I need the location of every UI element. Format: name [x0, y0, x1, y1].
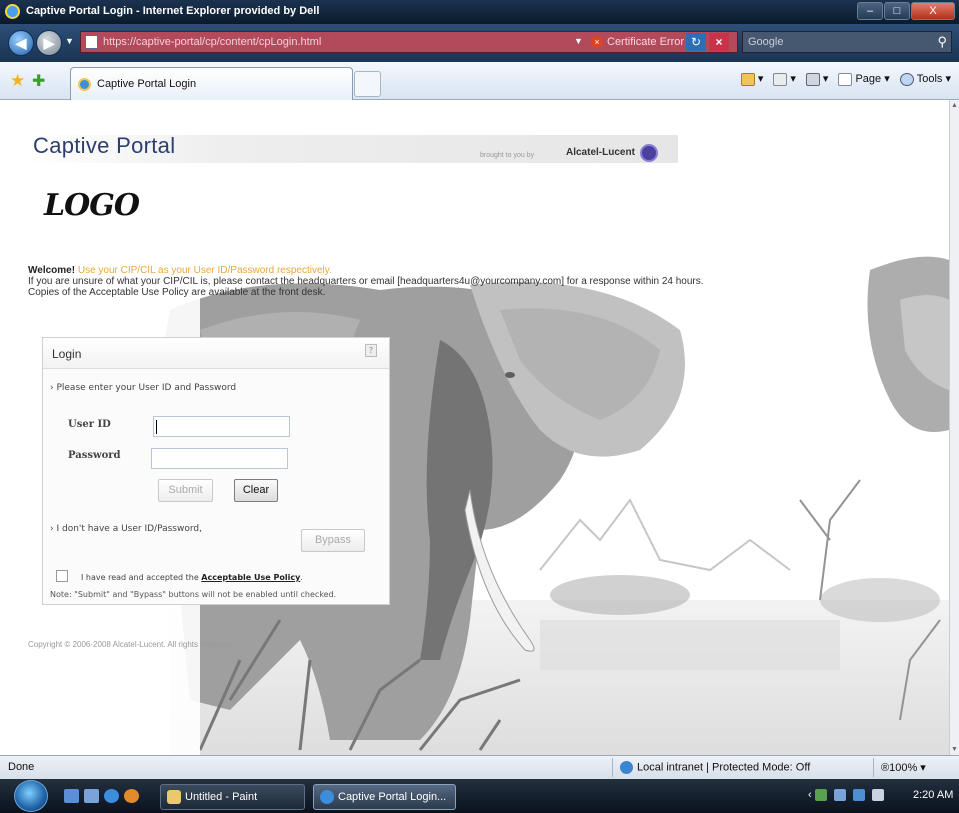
- command-tools: ▾ ▾ ▾ Page ▾ Tools ▾: [740, 72, 951, 86]
- firefox-quicklaunch-icon[interactable]: [124, 789, 139, 803]
- stop-icon[interactable]: ×: [709, 33, 729, 51]
- user-id-input[interactable]: [153, 416, 290, 437]
- paint-icon: [167, 790, 181, 804]
- security-zone[interactable]: Local intranet | Protected Mode: Off: [620, 761, 810, 774]
- tab-ie-icon: [78, 78, 91, 91]
- feeds-icon[interactable]: ▾: [773, 72, 796, 86]
- window-title: Captive Portal Login - Internet Explorer…: [26, 5, 320, 17]
- forward-button[interactable]: ▶: [36, 30, 62, 56]
- tray-expand-icon[interactable]: ‹: [808, 789, 812, 801]
- security-zone-label: Local intranet | Protected Mode: Off: [637, 761, 811, 774]
- ie-icon: [320, 790, 334, 804]
- no-user-id-text: › I don't have a User ID/Password,: [50, 524, 202, 534]
- bypass-button[interactable]: Bypass: [301, 529, 365, 552]
- home-icon[interactable]: ▾: [740, 72, 763, 86]
- vertical-scrollbar[interactable]: ▲ ▼: [949, 100, 959, 755]
- status-separator: [873, 758, 874, 777]
- page-content: Captive Portal brought to you by Alcatel…: [0, 100, 949, 755]
- taskbar-item-ie[interactable]: Captive Portal Login...: [313, 784, 456, 810]
- accept-policy-prefix: I have read and accepted the: [81, 573, 202, 582]
- password-label: Password: [68, 450, 121, 461]
- alcatel-lucent-logo-icon: [640, 144, 658, 162]
- page-menu-label: Page ▾: [855, 73, 890, 85]
- command-bar: ★ ✚ Captive Portal Login ▾ ▾ ▾ Page ▾ To…: [0, 62, 959, 100]
- taskbar-item-paint[interactable]: Untitled - Paint: [160, 784, 305, 810]
- login-prompt: › Please enter your User ID and Password: [50, 383, 237, 393]
- status-separator: [612, 758, 613, 777]
- search-box[interactable]: Google ⚲: [742, 31, 952, 53]
- page-menu[interactable]: Page ▾: [838, 72, 890, 86]
- refresh-icon[interactable]: ↻: [686, 33, 706, 51]
- clear-button[interactable]: Clear: [234, 479, 278, 502]
- scroll-up-icon[interactable]: ▲: [951, 102, 958, 109]
- close-button[interactable]: X: [911, 2, 955, 20]
- login-panel-header: Login ?: [43, 338, 389, 369]
- tab-label: Captive Portal Login: [97, 78, 197, 90]
- clock[interactable]: 2:20 AM: [913, 789, 953, 801]
- login-panel: Login ? › Please enter your User ID and …: [42, 337, 390, 605]
- add-favorites-icon[interactable]: ✚: [32, 71, 45, 91]
- submit-button[interactable]: Submit: [158, 479, 213, 502]
- url-text[interactable]: https://captive-portal/cp/content/cpLogi…: [103, 36, 321, 48]
- address-dropdown-icon[interactable]: ▼: [574, 36, 583, 46]
- search-input[interactable]: Google: [748, 36, 783, 48]
- address-toolbar: ◀ ▶ ▼ https://captive-portal/cp/content/…: [0, 24, 959, 62]
- system-tray: ‹: [808, 789, 888, 802]
- logo: LOGO: [44, 188, 140, 223]
- search-icon[interactable]: ⚲: [937, 34, 947, 50]
- tools-menu-label: Tools ▾: [916, 73, 951, 85]
- show-desktop-icon[interactable]: [64, 789, 79, 803]
- start-button[interactable]: [14, 780, 48, 812]
- switch-windows-icon[interactable]: [84, 789, 99, 803]
- brand-name: Alcatel-Lucent: [566, 147, 635, 158]
- login-heading: Login: [52, 347, 82, 361]
- tab-captive-portal[interactable]: Captive Portal Login: [70, 67, 353, 100]
- intranet-globe-icon: [620, 761, 633, 774]
- welcome-message: Welcome! Use your CIP/CIL as your User I…: [28, 265, 928, 298]
- zoom-level[interactable]: ®100% ▾: [881, 761, 926, 774]
- monitor-icon[interactable]: [833, 789, 846, 802]
- status-text: Done: [8, 761, 35, 773]
- brought-by-text: brought to you by: [480, 152, 535, 159]
- status-bar: Done Local intranet | Protected Mode: Of…: [0, 755, 959, 779]
- network-icon[interactable]: [814, 789, 827, 802]
- tools-menu[interactable]: Tools ▾: [899, 72, 951, 86]
- text-cursor: [156, 420, 157, 434]
- page-icon: [85, 35, 98, 49]
- maximize-button[interactable]: □: [884, 2, 910, 20]
- taskbar-item-paint-label: Untitled - Paint: [185, 791, 258, 803]
- window-titlebar: Captive Portal Login - Internet Explorer…: [0, 0, 959, 24]
- favorites-star-icon[interactable]: ★: [10, 71, 25, 91]
- password-input[interactable]: [151, 448, 288, 469]
- certificate-error-icon[interactable]: ×: [591, 36, 603, 48]
- address-bar[interactable]: https://captive-portal/cp/content/cpLogi…: [80, 31, 738, 53]
- page-title: Captive Portal: [33, 133, 176, 158]
- back-button[interactable]: ◀: [8, 30, 34, 56]
- ie-quicklaunch-icon[interactable]: [104, 789, 119, 803]
- user-id-label: User ID: [68, 419, 111, 430]
- scroll-down-icon[interactable]: ▼: [951, 746, 958, 753]
- ie-icon: [5, 4, 20, 19]
- accept-policy-checkbox[interactable]: [56, 570, 68, 582]
- accept-policy-text: I have read and accepted the Acceptable …: [81, 573, 303, 582]
- certificate-error-button[interactable]: Certificate Error: [607, 36, 684, 48]
- help-icon[interactable]: ?: [365, 344, 377, 357]
- history-dropdown-icon[interactable]: ▼: [65, 36, 74, 46]
- welcome-policy: Copies of the Acceptable Use Policy are …: [28, 287, 326, 298]
- print-icon[interactable]: ▾: [805, 72, 828, 86]
- new-tab-button[interactable]: [354, 71, 381, 97]
- welcome-contact: If you are unsure of what your CIP/CIL i…: [28, 276, 704, 287]
- window-controls: – □ X: [857, 2, 955, 20]
- acceptable-use-policy-link[interactable]: Acceptable Use Policy: [201, 573, 300, 582]
- taskbar: Untitled - Paint Captive Portal Login...…: [0, 779, 959, 813]
- buttons-note: Note: "Submit" and "Bypass" buttons will…: [50, 590, 337, 599]
- volume-icon[interactable]: [871, 789, 884, 802]
- minimize-button[interactable]: –: [857, 2, 883, 20]
- connection-icon[interactable]: [852, 789, 865, 802]
- welcome-instruction: Use your CIP/CIL as your User ID/Passwor…: [77, 265, 332, 276]
- accept-policy-suffix: .: [300, 573, 303, 582]
- welcome-heading: Welcome!: [28, 265, 76, 276]
- taskbar-item-ie-label: Captive Portal Login...: [338, 791, 447, 803]
- copyright: Copyright © 2006-2008 Alcatel-Lucent. Al…: [28, 640, 234, 649]
